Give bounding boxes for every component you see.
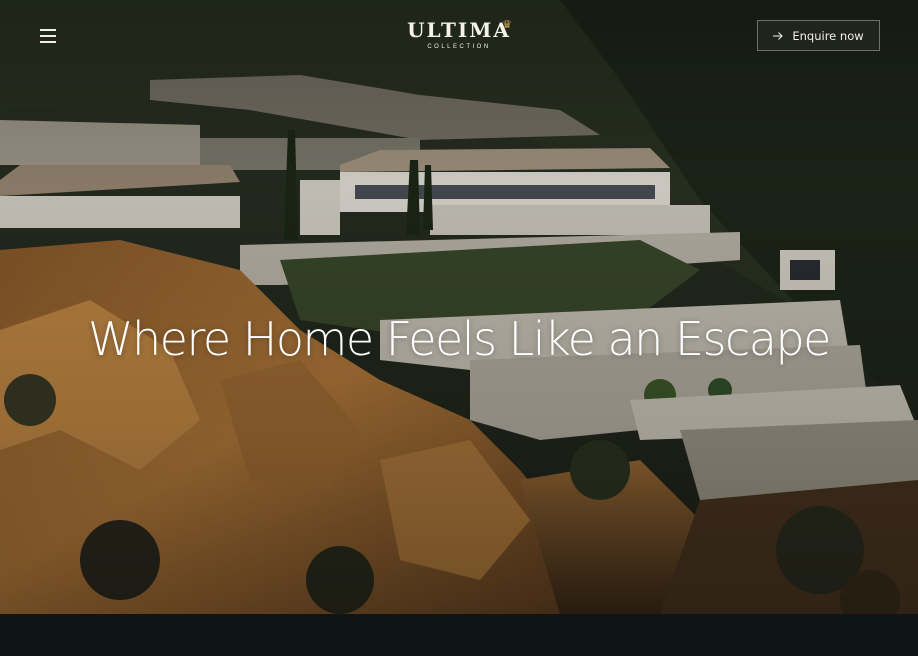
enquire-now-label: Enquire now: [792, 28, 864, 43]
crown-icon: ♛: [502, 19, 512, 31]
menu-button[interactable]: [38, 26, 60, 44]
brand-logo[interactable]: ULTIMA COLLECTION ♛: [398, 18, 520, 56]
logo-subtext: COLLECTION: [427, 44, 491, 50]
arrow-right-icon: [773, 31, 784, 40]
hero-section: ULTIMA COLLECTION ♛ Enquire now Where Ho…: [0, 0, 918, 614]
enquire-now-button[interactable]: Enquire now: [757, 20, 880, 51]
site-header: ULTIMA COLLECTION ♛ Enquire now: [0, 0, 918, 70]
next-section-band: [0, 614, 918, 656]
hero-headline: Where Home Feels Like an Escape: [88, 311, 831, 366]
hamburger-icon: [40, 29, 56, 31]
hero-overlay: [0, 0, 918, 614]
